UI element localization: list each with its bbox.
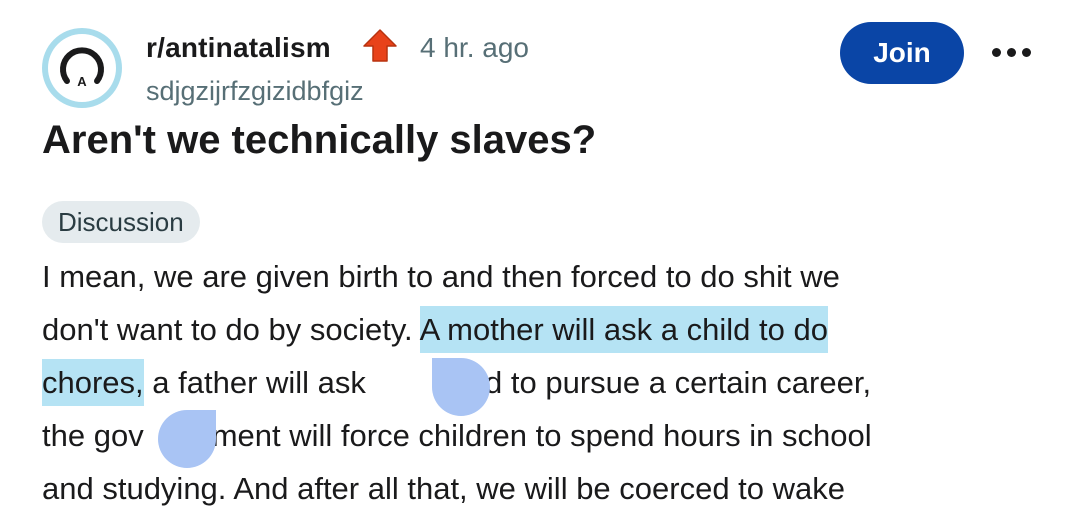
more-dot: [992, 48, 1001, 57]
post-flair[interactable]: Discussion: [42, 201, 200, 243]
upvote-arrow-icon[interactable]: [360, 26, 400, 66]
selected-text: A mother will ask a child to do: [419, 306, 828, 353]
body-text-segment: child to pursue a certain career,: [438, 365, 872, 400]
body-text-segment: a father will ask: [143, 365, 375, 400]
body-text-segment: I mean, we are given birth to and then f…: [42, 259, 840, 294]
post-author[interactable]: sdjgzijrfzgizidbfgiz: [146, 76, 364, 107]
selected-text: chores,: [42, 359, 144, 406]
post-timestamp: 4 hr. ago: [420, 32, 529, 63]
post-title[interactable]: Aren't we technically slaves?: [42, 118, 596, 163]
subreddit-avatar[interactable]: A: [42, 28, 122, 108]
antinatalism-logo-icon: A: [48, 34, 116, 102]
more-dot: [1022, 48, 1031, 57]
body-text-segment: don't want to do by society.: [42, 312, 420, 347]
subreddit-name[interactable]: r/antinatalism: [146, 32, 331, 64]
body-line: and studying. And after all that, we wil…: [42, 462, 1052, 515]
post-header: A r/antinatalism 4 hr. ago sdjgzijrfzgiz…: [40, 18, 1050, 108]
selection-handle-end[interactable]: [158, 410, 216, 468]
join-button[interactable]: Join: [840, 22, 964, 84]
body-line: don't want to do by society. A mother wi…: [42, 303, 1052, 356]
body-line: chores, a father will ask child to pursu…: [42, 356, 1052, 409]
more-options-icon[interactable]: [992, 48, 1031, 57]
post-body[interactable]: I mean, we are given birth to and then f…: [42, 250, 1052, 515]
body-text-segment: and studying. And after all that, we wil…: [42, 471, 846, 506]
svg-text:A: A: [77, 74, 87, 89]
selection-handle-start[interactable]: [432, 358, 490, 416]
more-dot: [1007, 48, 1016, 57]
body-line: I mean, we are given birth to and then f…: [42, 250, 1052, 303]
body-text-segment: the gov: [42, 418, 144, 453]
body-text-segment: ment will force children to spend hours …: [211, 418, 872, 453]
